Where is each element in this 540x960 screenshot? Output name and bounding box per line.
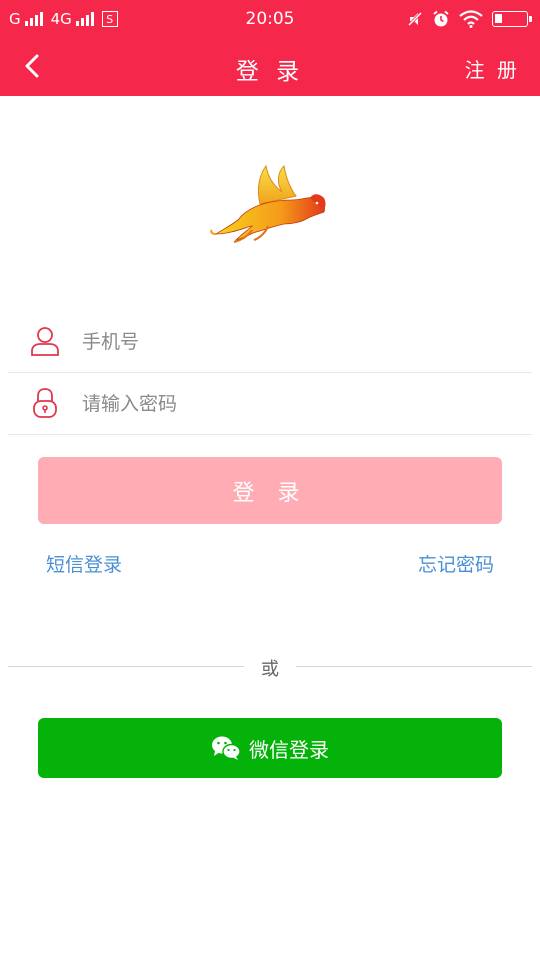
- wechat-login-button[interactable]: 微信登录: [38, 718, 502, 778]
- phone-field: [8, 311, 532, 373]
- phone-input[interactable]: [82, 325, 502, 359]
- forgot-password-link[interactable]: 忘记密码: [418, 550, 494, 577]
- status-bar: G 4G S 20:05: [0, 0, 540, 38]
- wifi-icon: [459, 10, 483, 28]
- app-header: G 4G S 20:05 登 录 注 册: [0, 0, 540, 96]
- mute-icon: [407, 11, 423, 27]
- divider-or-text: 或: [261, 659, 279, 680]
- wechat-icon: [212, 736, 241, 760]
- register-button[interactable]: 注 册: [465, 54, 520, 83]
- password-field: [8, 373, 532, 435]
- nav-bar: 登 录 注 册: [0, 38, 540, 96]
- winged-lion-logo: [210, 164, 326, 243]
- password-input[interactable]: [82, 387, 502, 421]
- alarm-icon: [433, 10, 449, 27]
- lock-icon: [33, 388, 57, 418]
- sms-login-link[interactable]: 短信登录: [46, 550, 122, 577]
- wechat-login-label: 微信登录: [249, 737, 329, 762]
- battery-icon: [492, 11, 532, 27]
- divider-line-right: [296, 666, 532, 667]
- login-button[interactable]: 登 录: [38, 457, 502, 524]
- status-right: [407, 8, 532, 30]
- user-icon: [31, 327, 59, 356]
- page-title: 登 录: [235, 59, 305, 85]
